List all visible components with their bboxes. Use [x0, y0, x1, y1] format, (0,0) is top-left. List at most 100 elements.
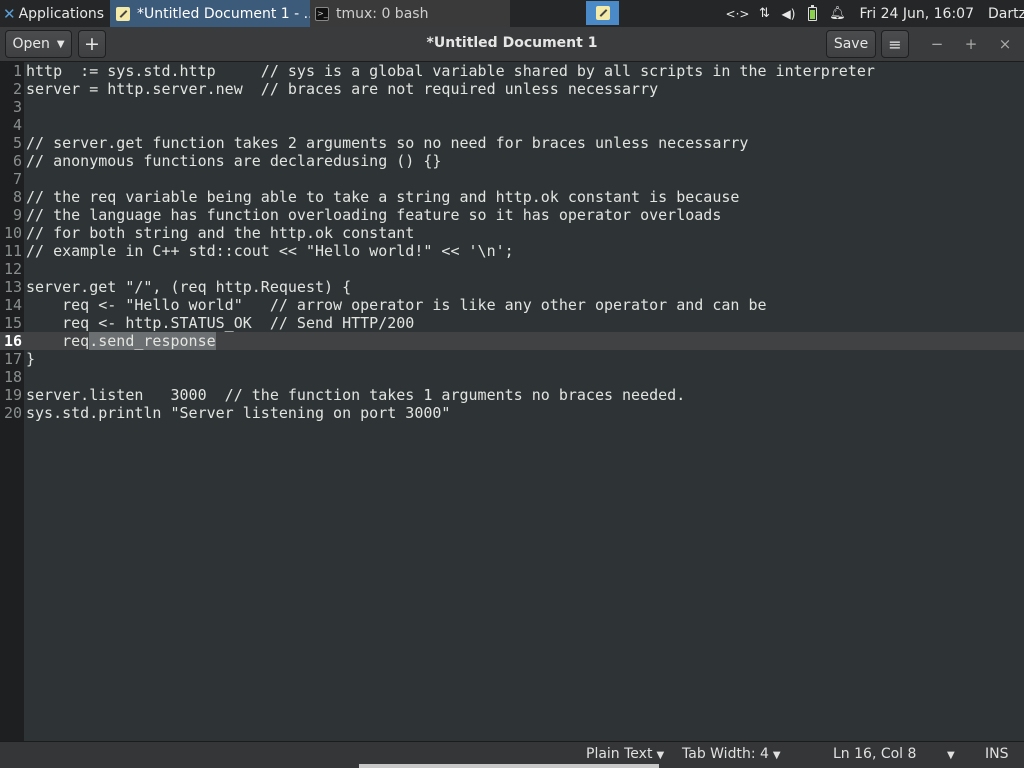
line-number: 12	[3, 260, 22, 278]
hamburger-icon: ≡	[888, 34, 902, 54]
editor-line[interactable]: 11// example in C++ std::cout << "Hello …	[0, 242, 1024, 260]
chevron-down-icon[interactable]: ▼	[943, 742, 955, 768]
line-text: req	[26, 332, 90, 350]
editor-line[interactable]: 7	[0, 170, 1024, 188]
line-text: }	[26, 350, 36, 368]
editor-line[interactable]: 8// the req variable being able to take …	[0, 188, 1024, 206]
line-code: server = http.server.new // braces are n…	[26, 80, 658, 98]
line-text: req <- http.STATUS_OK // Send HTTP/200	[26, 314, 415, 332]
line-text: server.listen 3000 // the function takes…	[26, 386, 686, 404]
line-text: sys.std.println "Server listening on por…	[26, 404, 451, 422]
editor-line[interactable]: 14 req <- "Hello world" // arrow operato…	[0, 296, 1024, 314]
editor-line[interactable]: 18	[0, 368, 1024, 386]
line-code: sys.std.println "Server listening on por…	[26, 404, 450, 422]
line-number: 3	[12, 98, 22, 116]
horizontal-scroll-indicator[interactable]	[359, 764, 659, 768]
applications-menu-label: Applications	[18, 5, 105, 22]
line-number: 7	[12, 170, 22, 188]
line-text: // server.get function takes 2 arguments…	[26, 134, 749, 152]
editor-line[interactable]: 12	[0, 260, 1024, 278]
editor-line[interactable]: 5// server.get function takes 2 argument…	[0, 134, 1024, 152]
editor-line[interactable]: 10// for both string and the http.ok con…	[0, 224, 1024, 242]
line-code: req <- "Hello world" // arrow operator i…	[26, 296, 767, 314]
maximize-button[interactable]: +	[960, 33, 982, 55]
line-code: req <- http.STATUS_OK // Send HTTP/200	[26, 314, 414, 332]
editor-line[interactable]: 3	[0, 98, 1024, 116]
editor-line[interactable]: 19 server.listen 3000 // the function tak…	[0, 386, 1024, 404]
line-text: // for both string and the http.ok const…	[26, 224, 415, 242]
editor-line[interactable]: 13 server.get "/", (req http.Request) {	[0, 278, 1024, 296]
line-code: // example in C++ std::cout << "Hello wo…	[26, 242, 514, 260]
line-code: server.get "/", (req http.Request) {	[26, 278, 351, 296]
line-code: // the language has function overloading…	[26, 206, 721, 224]
line-text: // the req variable being able to take a…	[26, 188, 740, 206]
cursor-position[interactable]: Ln 16, Col 8	[833, 742, 916, 768]
line-number: 11	[3, 242, 22, 260]
editor-line[interactable]: 17}	[0, 350, 1024, 368]
editor-line[interactable]: 1 http := sys.std.http // sys is a global…	[0, 62, 1024, 80]
line-code: // anonymous functions are declaredusing…	[26, 152, 441, 170]
battery-icon[interactable]	[808, 4, 818, 21]
line-text: server.get "/", (req http.Request) {	[26, 278, 352, 296]
user-menu[interactable]: Dartz	[988, 6, 1024, 22]
applications-menu[interactable]: ✕ Applications ☰	[0, 0, 108, 27]
open-button[interactable]: Open ▼	[5, 30, 72, 58]
close-icon: ×	[998, 35, 1012, 53]
editor-line[interactable]: 6// anonymous functions are declaredusin…	[0, 152, 1024, 170]
minimize-button[interactable]: −	[926, 33, 948, 55]
tab-width-selector[interactable]: Tab Width: 4 ▼	[682, 742, 781, 768]
line-number: 19	[3, 386, 22, 404]
volume-icon[interactable]: ◀)	[776, 7, 800, 21]
editor-line[interactable]: 16 req.send_response	[0, 332, 1024, 350]
maximize-icon: +	[964, 35, 978, 53]
line-code: // the req variable being able to take a…	[26, 188, 739, 206]
line-code: // for both string and the http.ok const…	[26, 224, 414, 242]
taskbar-item-terminal[interactable]: >_ tmux: 0 bash	[310, 0, 510, 27]
line-number: 6	[12, 152, 22, 170]
line-code: server.listen 3000 // the function takes…	[26, 386, 685, 404]
save-button[interactable]: Save	[826, 30, 876, 58]
text-editor-icon	[595, 6, 610, 20]
network-transfer-icon[interactable]: ⇅	[752, 6, 776, 21]
line-text: // example in C++ std::cout << "Hello wo…	[26, 242, 514, 260]
line-text: // the language has function overloading…	[26, 206, 722, 224]
line-number: 18	[3, 368, 22, 386]
new-tab-button[interactable]: +	[78, 30, 106, 58]
line-code: http := sys.std.http // sys is a global …	[26, 62, 875, 80]
line-text: req <- "Hello world" // arrow operator i…	[26, 296, 767, 314]
line-text: http := sys.std.http // sys is a global …	[26, 62, 875, 80]
top-panel: ✕ Applications ☰ *Untitled Document 1 - …	[0, 0, 1024, 27]
editor-line[interactable]: 15 req <- http.STATUS_OK // Send HTTP/20…	[0, 314, 1024, 332]
network-icon[interactable]: <·>	[722, 7, 752, 21]
line-number: 10	[3, 224, 22, 242]
chevron-down-icon: ▼	[56, 38, 65, 50]
selected-text: .send_response	[89, 332, 216, 350]
editor-line[interactable]: 20 sys.std.println "Server listening on p…	[0, 404, 1024, 422]
line-number: 9	[12, 206, 22, 224]
close-button[interactable]: ×	[994, 33, 1016, 55]
system-tray: <·> ⇅ ◀) 🔔︎ Fri 24 Jun, 16:07 Dartz	[722, 0, 1024, 27]
line-code: req.send_response	[26, 332, 216, 350]
taskbar-item-gedit[interactable]: *Untitled Document 1 - ...	[110, 0, 310, 27]
chevron-down-icon: ▼	[772, 750, 781, 761]
minimize-icon: −	[930, 35, 944, 53]
editor-line[interactable]: 9// the language has function overloadin…	[0, 206, 1024, 224]
line-number: 15	[3, 314, 22, 332]
line-text: server = http.server.new // braces are n…	[26, 80, 659, 98]
editor-line[interactable]: 4	[0, 116, 1024, 134]
open-button-label: Open	[12, 36, 50, 52]
editor-line[interactable]: 2 server = http.server.new // braces are …	[0, 80, 1024, 98]
header-bar: *Untitled Document 1 Open ▼ + Save ≡ − +…	[0, 27, 1024, 62]
workspace-switcher[interactable]	[586, 1, 619, 25]
xfce-logo-icon: ✕	[3, 4, 16, 23]
hamburger-menu-button[interactable]: ≡	[881, 30, 909, 58]
clock[interactable]: Fri 24 Jun, 16:07	[859, 6, 974, 22]
line-number: 20	[3, 404, 22, 422]
plus-icon: +	[84, 33, 100, 55]
notification-bell-icon[interactable]: 🔔︎	[825, 6, 849, 21]
line-number: 1	[12, 62, 22, 80]
line-code: // server.get function takes 2 arguments…	[26, 134, 748, 152]
tab-width-label: Tab Width: 4	[682, 746, 769, 762]
text-editor-area[interactable]: 1 http := sys.std.http // sys is a global…	[0, 62, 1024, 741]
taskbar-item-label: *Untitled Document 1 - ...	[137, 5, 310, 22]
